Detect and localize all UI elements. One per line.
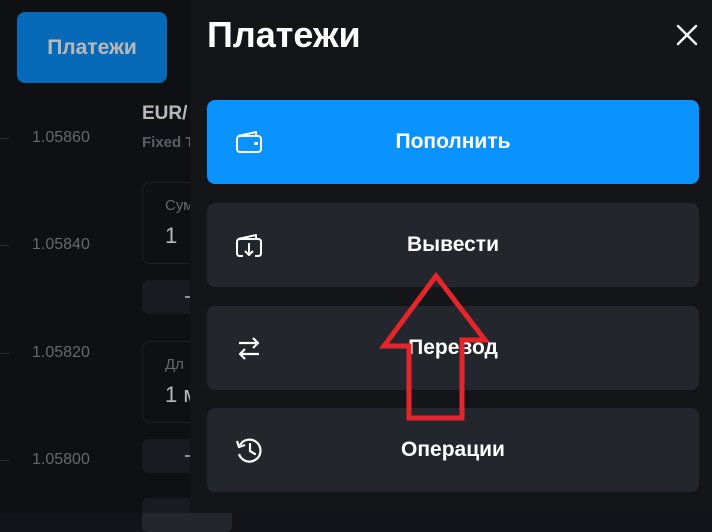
close-button[interactable] (670, 18, 704, 52)
close-icon (676, 24, 698, 46)
payments-panel: Платежи Пополнить Вывести Перевод Операц… (190, 0, 712, 513)
deposit-label: Пополнить (395, 130, 511, 153)
transfer-label: Перевод (408, 336, 498, 359)
operations-button[interactable]: Операции (207, 408, 699, 492)
panel-title: Платежи (207, 14, 361, 55)
operations-label: Операции (401, 438, 505, 461)
deposit-button[interactable]: Пополнить (207, 100, 699, 184)
withdraw-label: Вывести (406, 233, 499, 256)
withdraw-button[interactable]: Вывести (207, 203, 699, 287)
transfer-button[interactable]: Перевод (207, 306, 699, 390)
